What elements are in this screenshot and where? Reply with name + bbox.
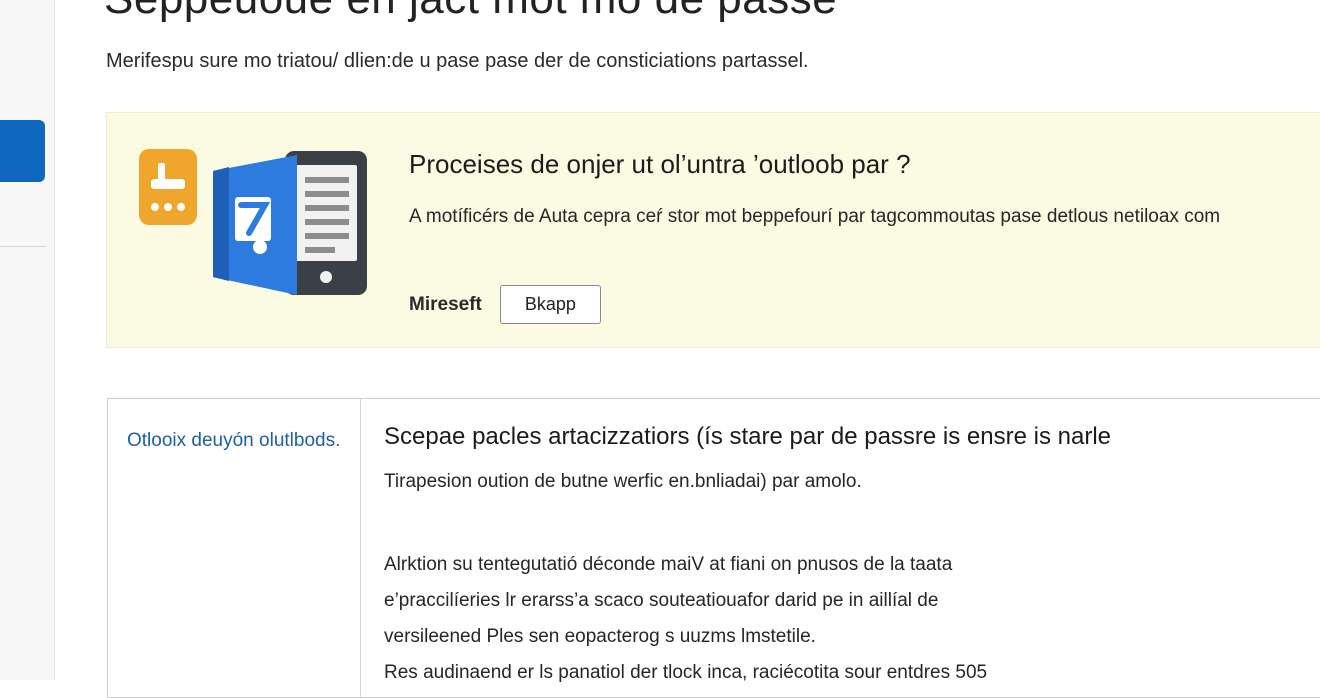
card-paragraph-line: versileened Ples sen eopacterog s uuzms …: [384, 626, 816, 647]
detail-card: Otlooix deuyón olutlbods. Scepae pacles…: [107, 398, 1320, 698]
card-paragraph-line: Res audinaend er ls panatiol der tlock i…: [384, 662, 988, 683]
card-paragraph-line: e’praccilíeries lr erarss’a scaco soute…: [384, 590, 939, 611]
rail-active-item[interactable]: [0, 120, 45, 182]
outlook-app-icon: [139, 149, 369, 299]
card-side-link[interactable]: Otlooix deuyón olutlbods.: [127, 425, 347, 457]
banner-action-button[interactable]: Bkapp: [499, 285, 601, 324]
card-side-panel: Otlooix deuyón olutlbods.: [108, 399, 361, 697]
orange-app-icon: [139, 149, 197, 225]
info-banner: Proceises de onjer ut ol’untra ’outloob …: [106, 112, 1320, 348]
card-subheading: Tirapesion oution de butne werfic en.bnl…: [384, 471, 862, 492]
outlook-tile-icon: [213, 155, 297, 295]
card-paragraph-line: Alrktion su tentegutatió déconde maiV …: [384, 554, 953, 575]
page-subtitle: Merifespu sure mo triatou/ dlien:de u pa…: [106, 50, 809, 72]
banner-title: Proceises de onjer ut ol’untra ’outloob …: [409, 149, 911, 179]
page-title: Seppeuoue en jact mot mo de passe: [104, 0, 837, 24]
card-heading: Scepae pacles artacizzatiors (ís stare …: [384, 423, 1111, 450]
phone-icon: [285, 151, 367, 295]
left-rail: [0, 0, 55, 680]
card-paragraph: Alrktion su tentegutatió déconde maiV …: [384, 547, 1284, 691]
banner-footer: Mireseft Bkapp: [409, 285, 601, 324]
banner-body: A motíficérs de Auta cepra ceŕ stor m…: [409, 206, 1221, 227]
banner-footer-label: Mireseft: [409, 293, 482, 315]
rail-divider: [0, 246, 46, 247]
